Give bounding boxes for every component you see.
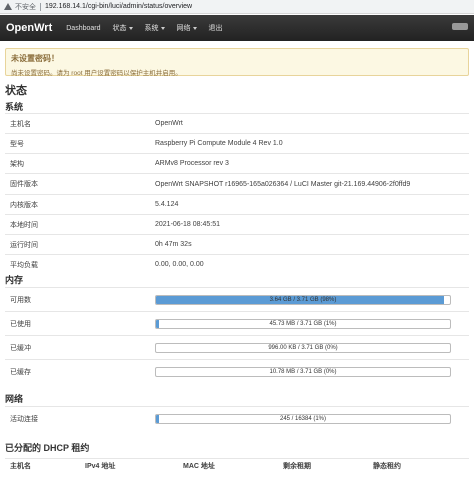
progress-text: 996.00 KB / 3.71 GB (0%) [268,344,338,351]
alert-title: 未设置密码！ [11,54,59,63]
column-header-mac: MAC 地址 [183,462,215,470]
memory-row-cached: 已缓存 10.78 MB / 3.71 GB (0%) [5,359,469,383]
status-badge [452,23,468,30]
nav-network-label: 网络 [176,25,191,32]
system-row-arch: 架构 ARMv8 Processor rev 3 [5,153,469,173]
url-text[interactable]: 192.168.14.1/cgi-bin/luci/admin/status/o… [45,3,192,10]
system-row-kernel: 内核版本 5.4.124 [5,194,469,214]
progress-bar: 45.73 MB / 3.71 GB (1%) [155,318,451,329]
divider [40,2,41,11]
progress-text: 3.64 GB / 3.71 GB (98%) [269,296,337,303]
row-label: 平均负载 [10,261,38,269]
row-value: ARMv8 Processor rev 3 [155,160,229,167]
warning-icon [4,3,12,10]
row-value: 5.4.124 [155,201,179,208]
progress-bar: 3.64 GB / 3.71 GB (98%) [155,294,451,305]
row-label: 活动连接 [10,415,38,423]
column-header-ipv4: IPv4 地址 [85,462,116,470]
no-password-alert: 未设置密码！ 尚未设置密码。请为 root 用户设置密码以保护主机并启用。 [5,48,469,77]
progress-bar: 10.78 MB / 3.71 GB (0%) [155,366,451,377]
row-label: 固件版本 [10,181,38,188]
progress-bar: 996.00 KB / 3.71 GB (0%) [155,342,451,353]
system-row-model: 型号 Raspberry Pi Compute Module 4 Rev 1.0 [5,133,469,153]
chevron-down-icon [192,26,197,30]
nav-status[interactable]: 状态 [113,23,133,33]
dhcp-table-header: 主机名 IPv4 地址 MAC 地址 剩余租期 静态租约 [5,458,469,472]
progress-text: 10.78 MB / 3.71 GB (0%) [269,368,337,375]
alert-text: 尚未设置密码。请为 root 用户设置密码以保护主机并启用。 [11,70,182,77]
row-label: 架构 [10,160,24,168]
row-value: Raspberry Pi Compute Module 4 Rev 1.0 [155,140,283,147]
brand-logo[interactable]: OpenWrt [6,22,52,34]
row-value: OpenWrt SNAPSHOT r16965-165a026364 / LuC… [155,180,411,188]
progress-text: 45.73 MB / 3.71 GB (1%) [269,320,337,327]
row-label: 可用数 [10,296,31,304]
chevron-down-icon [128,26,133,30]
column-header-static-lease: 静态租约 [373,462,401,470]
insecure-label: 不安全 [15,3,36,11]
row-label: 已缓冲 [10,344,31,352]
column-header-hostname: 主机名 [10,462,31,470]
nav-dashboard-label: Dashboard [66,24,101,32]
row-label: 运行时间 [10,241,38,249]
row-label: 主机名 [10,120,31,128]
nav-status-label: 状态 [112,25,127,32]
memory-row-used: 已使用 45.73 MB / 3.71 GB (1%) [5,311,469,335]
system-heading: 系统 [5,102,24,112]
memory-row-free: 可用数 3.64 GB / 3.71 GB (98%) [5,287,469,311]
row-label: 本地时间 [10,221,38,229]
column-header-lease-remaining: 剩余租期 [283,462,311,470]
page-title: 状态 [5,85,27,97]
row-value: 2021-06-18 08:45:51 [155,221,220,228]
system-row-hostname: 主机名 OpenWrt [5,113,469,133]
network-heading: 网络 [5,394,24,404]
network-row-connections: 活动连接 245 / 16384 (1%) [5,406,469,430]
browser-address-bar[interactable]: 不安全 192.168.14.1/cgi-bin/luci/admin/stat… [0,0,474,14]
chevron-down-icon [160,26,165,30]
nav-logout[interactable]: 退出 [209,23,223,33]
nav-dashboard[interactable]: Dashboard [66,25,100,32]
row-label: 内核版本 [10,201,38,209]
system-row-firmware: 固件版本 OpenWrt SNAPSHOT r16965-165a026364 /… [5,173,469,194]
nav-network[interactable]: 网络 [177,23,197,33]
nav-system-label: 系统 [144,25,159,32]
row-label: 已使用 [10,320,31,328]
progress-text: 245 / 16384 (1%) [279,415,327,422]
row-value: 0h 47m 32s [155,241,192,248]
dhcp-heading: 已分配的 DHCP 租约 [5,443,90,453]
memory-heading: 内存 [5,275,24,285]
row-label: 型号 [10,140,24,148]
row-label: 已缓存 [10,368,31,376]
memory-row-buffered: 已缓冲 996.00 KB / 3.71 GB (0%) [5,335,469,359]
nav-system[interactable]: 系统 [145,23,165,33]
system-row-load: 平均负载 0.00, 0.00, 0.00 [5,254,469,274]
system-row-localtime: 本地时间 2021-06-18 08:45:51 [5,214,469,234]
row-value: 0.00, 0.00, 0.00 [155,261,204,268]
progress-bar: 245 / 16384 (1%) [155,413,451,424]
row-value: OpenWrt [155,120,183,127]
top-navbar: OpenWrt Dashboard 状态 系统 网络 退出 [0,15,474,41]
system-row-uptime: 运行时间 0h 47m 32s [5,234,469,254]
nav-logout-label: 退出 [208,25,223,32]
